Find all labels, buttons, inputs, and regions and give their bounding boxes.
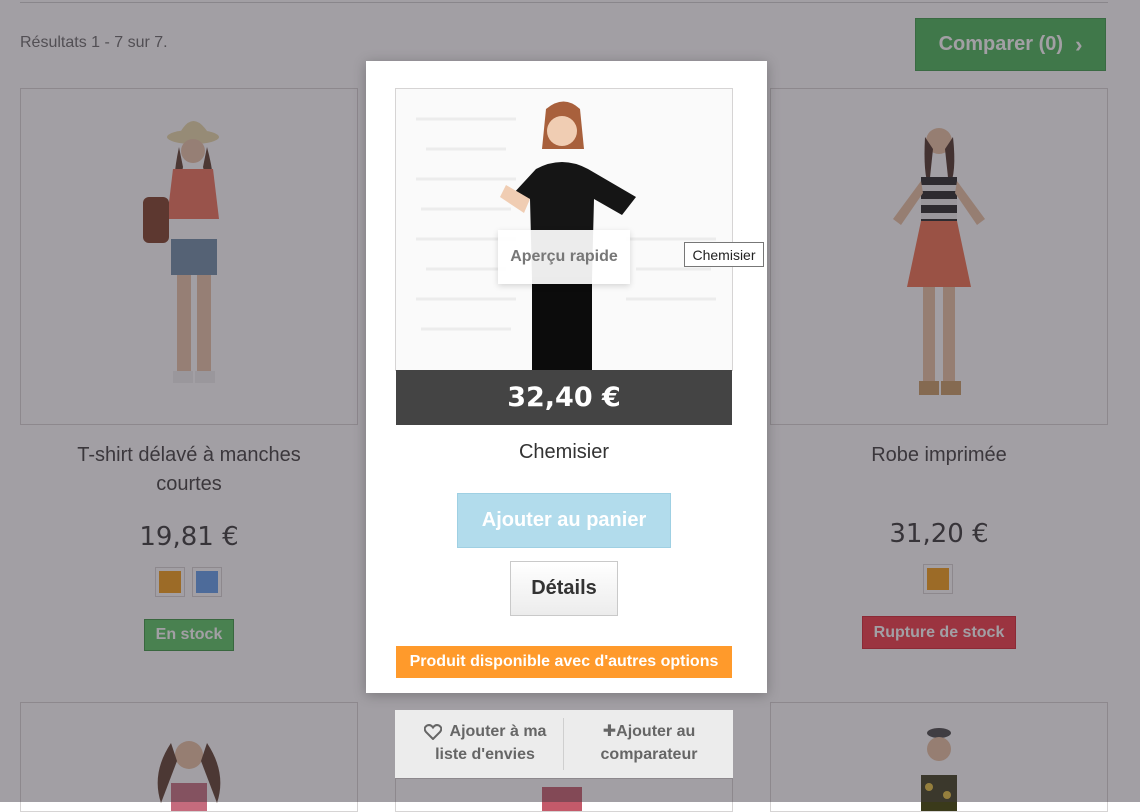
tooltip: Chemisier (684, 242, 764, 267)
product-name-chemisier[interactable]: Chemisier (396, 441, 732, 464)
plus-icon: ✚ (602, 723, 617, 740)
product-listing-page: Résultats 1 - 7 sur 7. Comparer (0) › T-… (0, 0, 1140, 812)
options-notice: Produit disponible avec d'autres options (396, 646, 732, 678)
add-to-cart-button[interactable]: Ajouter au panier (457, 493, 671, 548)
product-hover-card: Aperçu rapide 32,40 € Chemisier Ajouter … (366, 61, 767, 693)
compare-link-label: Ajouter au (616, 723, 696, 740)
card-functional-bar: Ajouter à ma liste d'envies ✚Ajouter au … (395, 710, 733, 778)
heart-icon (423, 723, 442, 740)
wishlist-label: liste d'envies (435, 746, 535, 763)
add-to-wishlist-link[interactable]: Ajouter à ma liste d'envies (415, 720, 555, 766)
quick-view-button[interactable]: Aperçu rapide (498, 230, 630, 284)
wishlist-label: Ajouter à ma (449, 723, 547, 740)
add-to-compare-link[interactable]: ✚Ajouter au comparateur (575, 720, 723, 766)
divider (563, 718, 564, 770)
details-button[interactable]: Détails (510, 561, 618, 616)
compare-link-label: comparateur (600, 746, 698, 763)
price-bar: 32,40 € (396, 370, 732, 425)
